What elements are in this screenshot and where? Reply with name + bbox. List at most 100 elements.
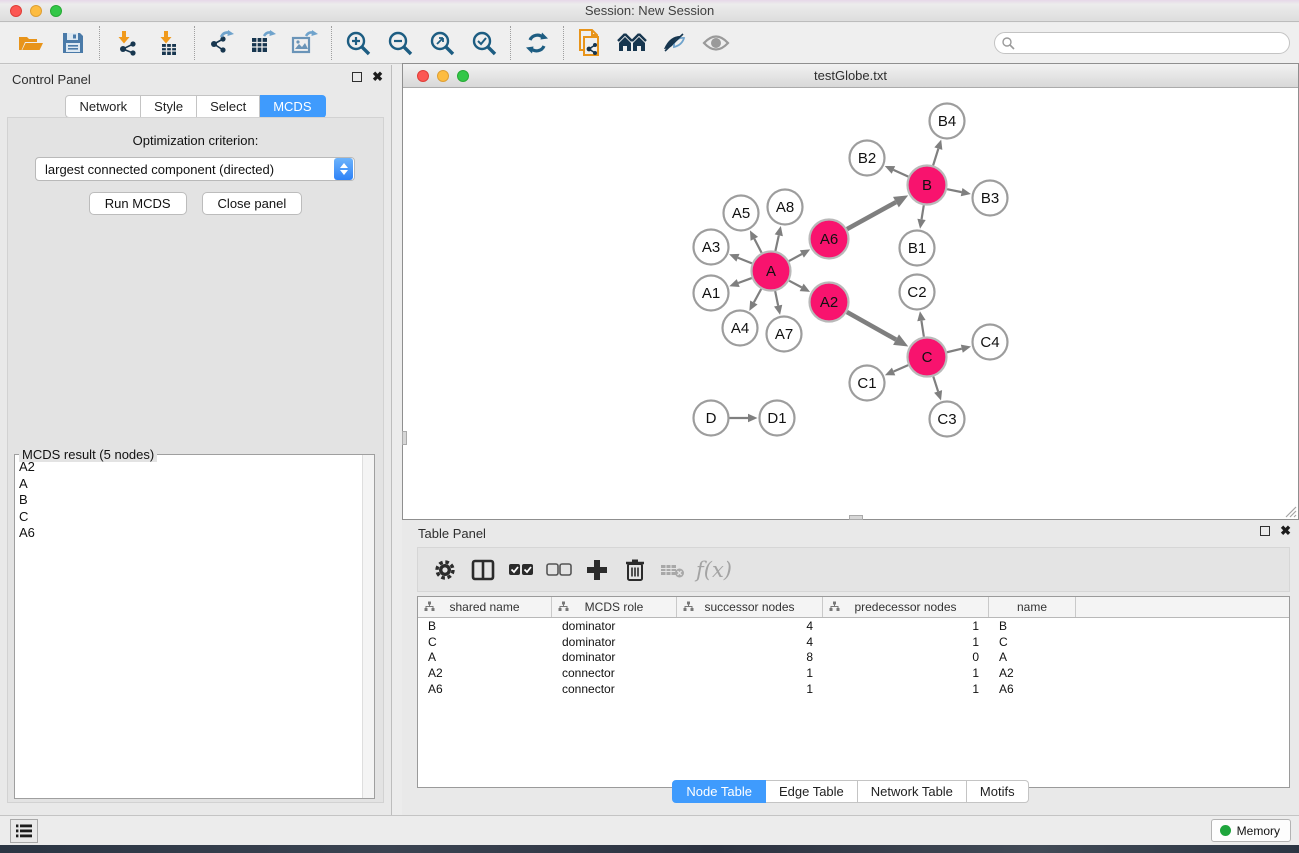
open-session-button[interactable] xyxy=(10,25,52,61)
table-row[interactable]: Cdominator41C xyxy=(418,634,1289,650)
zoom-selected-button[interactable] xyxy=(463,25,505,61)
tab-edge-table[interactable]: Edge Table xyxy=(766,780,858,803)
graph-edge[interactable] xyxy=(921,321,923,337)
splitter-grip[interactable] xyxy=(402,431,407,445)
graph-node-C3[interactable]: C3 xyxy=(930,402,965,437)
graph-node-A1[interactable]: A1 xyxy=(694,276,729,311)
graph-edge[interactable] xyxy=(738,278,752,283)
import-table-button[interactable] xyxy=(147,25,189,61)
column-header-successor-nodes[interactable]: successor nodes xyxy=(677,597,823,617)
tab-network[interactable]: Network xyxy=(65,95,141,118)
column-header-predecessor-nodes[interactable]: predecessor nodes xyxy=(823,597,989,617)
new-network-from-selection-button[interactable] xyxy=(569,25,611,61)
select-all-button[interactable] xyxy=(502,551,540,589)
table-row[interactable]: A2connector11A2 xyxy=(418,665,1289,681)
graph-node-B[interactable]: B xyxy=(908,166,947,205)
tab-network-table[interactable]: Network Table xyxy=(858,780,967,803)
table-row[interactable]: A6connector11A6 xyxy=(418,681,1289,697)
show-columns-button[interactable] xyxy=(464,551,502,589)
delete-column-button[interactable] xyxy=(616,551,654,589)
show-graphics-details-button[interactable] xyxy=(695,25,737,61)
graph-node-A7[interactable]: A7 xyxy=(767,317,802,352)
float-table-panel-icon[interactable] xyxy=(1260,526,1270,536)
graph-edge[interactable] xyxy=(754,289,761,303)
graph-edge[interactable] xyxy=(738,258,752,264)
zoom-in-button[interactable] xyxy=(337,25,379,61)
result-list-item[interactable]: C xyxy=(15,509,362,526)
graph-edge[interactable] xyxy=(893,170,908,177)
graph-edge[interactable] xyxy=(933,377,938,392)
network-canvas[interactable]: A A6 A2 B C A5 A8 A3 A1A4 A7 B2 B4 B3 B1 C2 C4 C1 C3 D D1 xyxy=(403,89,1298,519)
memory-button[interactable]: Memory xyxy=(1211,819,1291,842)
graph-edge[interactable] xyxy=(789,281,802,288)
graph-node-A6[interactable]: A6 xyxy=(810,220,849,259)
tab-motifs[interactable]: Motifs xyxy=(967,780,1029,803)
deselect-all-button[interactable] xyxy=(540,551,578,589)
search-input[interactable] xyxy=(1015,36,1289,50)
resize-grip-icon[interactable] xyxy=(1283,504,1297,518)
network-window-titlebar[interactable]: testGlobe.txt xyxy=(403,64,1298,88)
graph-edge[interactable] xyxy=(947,349,962,353)
hide-graphics-details-button[interactable] xyxy=(653,25,695,61)
result-list-item[interactable]: B xyxy=(15,492,362,509)
graph-node-A5[interactable]: A5 xyxy=(724,196,759,231)
graph-node-B2[interactable]: B2 xyxy=(850,141,885,176)
table-settings-button[interactable] xyxy=(426,551,464,589)
graph-node-C[interactable]: C xyxy=(908,338,947,377)
task-history-button[interactable] xyxy=(10,819,38,843)
tab-mcds[interactable]: MCDS xyxy=(260,95,325,118)
graph-node-B3[interactable]: B3 xyxy=(973,181,1008,216)
export-network-button[interactable] xyxy=(200,25,242,61)
graph-edge[interactable] xyxy=(775,235,778,251)
graph-edge[interactable] xyxy=(775,291,778,306)
tab-style[interactable]: Style xyxy=(141,95,197,118)
graph-node-D1[interactable]: D1 xyxy=(760,401,795,436)
column-header-name[interactable]: name xyxy=(989,597,1076,617)
criterion-dropdown[interactable]: largest connected component (directed) xyxy=(35,157,355,181)
graph-edge[interactable] xyxy=(933,149,938,166)
graph-node-B1[interactable]: B1 xyxy=(900,231,935,266)
zoom-fit-button[interactable] xyxy=(421,25,463,61)
function-builder-button[interactable]: f(x) xyxy=(696,558,732,582)
tab-node-table[interactable]: Node Table xyxy=(672,780,766,803)
table-row[interactable]: Adominator80A xyxy=(418,650,1289,666)
graph-node-D[interactable]: D xyxy=(694,401,729,436)
graph-node-A4[interactable]: A4 xyxy=(723,311,758,346)
column-header-MCDS-role[interactable]: MCDS role xyxy=(552,597,677,617)
column-header-shared-name[interactable]: shared name xyxy=(418,597,552,617)
node-table[interactable]: shared nameMCDS rolesuccessor nodesprede… xyxy=(417,596,1290,788)
graph-edge[interactable] xyxy=(894,365,909,371)
graph-edge[interactable] xyxy=(789,254,802,261)
float-panel-icon[interactable] xyxy=(352,72,362,82)
result-list-item[interactable]: A6 xyxy=(15,525,362,542)
graph-edge[interactable] xyxy=(754,239,761,253)
result-list-item[interactable]: A xyxy=(15,476,362,493)
graph-edge[interactable] xyxy=(947,189,962,192)
close-panel-icon[interactable]: ✖ xyxy=(372,72,383,82)
first-neighbors-button[interactable] xyxy=(611,25,653,61)
zoom-out-button[interactable] xyxy=(379,25,421,61)
apply-layout-button[interactable] xyxy=(516,25,558,61)
graph-node-C1[interactable]: C1 xyxy=(850,366,885,401)
graph-node-A2[interactable]: A2 xyxy=(810,283,849,322)
table-row[interactable]: Bdominator41B xyxy=(418,618,1289,634)
graph-node-A8[interactable]: A8 xyxy=(768,190,803,225)
graph-node-C2[interactable]: C2 xyxy=(900,275,935,310)
delete-table-button[interactable] xyxy=(654,551,692,589)
graph-edge[interactable] xyxy=(847,312,896,340)
graph-node-C4[interactable]: C4 xyxy=(973,325,1008,360)
tab-select[interactable]: Select xyxy=(197,95,260,118)
close-table-panel-icon[interactable]: ✖ xyxy=(1280,526,1291,536)
add-column-button[interactable] xyxy=(578,551,616,589)
run-mcds-button[interactable]: Run MCDS xyxy=(89,192,187,215)
graph-node-B4[interactable]: B4 xyxy=(930,104,965,139)
graph-edge[interactable] xyxy=(922,205,924,219)
import-network-button[interactable] xyxy=(105,25,147,61)
result-list-item[interactable]: A2 xyxy=(15,459,362,476)
graph-node-A[interactable]: A xyxy=(752,252,791,291)
export-image-button[interactable] xyxy=(284,25,326,61)
graph-node-A3[interactable]: A3 xyxy=(694,230,729,265)
export-table-button[interactable] xyxy=(242,25,284,61)
close-panel-button[interactable]: Close panel xyxy=(202,192,303,215)
graph-edge[interactable] xyxy=(847,202,896,229)
